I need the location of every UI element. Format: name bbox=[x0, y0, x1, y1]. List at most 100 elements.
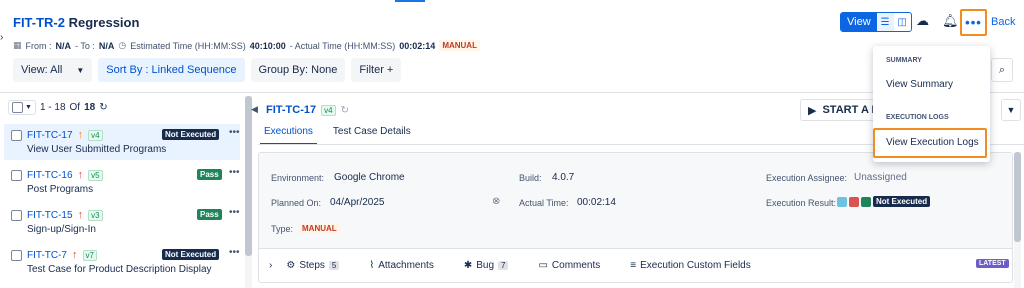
select-all-dropdown[interactable]: ▼ bbox=[8, 100, 36, 115]
planned-value[interactable]: 04/Apr/2025 bbox=[330, 197, 385, 208]
type-label: Type: bbox=[271, 224, 294, 234]
expand-chevron-icon[interactable]: › bbox=[269, 260, 272, 271]
to-label: - To : bbox=[75, 40, 95, 51]
cycle-key[interactable]: FIT-TR-2 bbox=[13, 15, 65, 30]
back-link[interactable]: Back bbox=[991, 16, 1015, 28]
status-badge: Not Executed bbox=[162, 129, 220, 140]
list-item[interactable]: FIT-TC-17 ↑ v4 Not Executed ••• View Use… bbox=[4, 124, 240, 160]
version-badge: v4 bbox=[88, 129, 103, 141]
chevron-down-icon: ▼ bbox=[25, 104, 32, 111]
refresh-icon[interactable]: ↻ bbox=[99, 102, 107, 113]
collapse-panel-icon[interactable]: ◀ bbox=[251, 104, 258, 115]
steps-tab[interactable]: ⚙ Steps 5 bbox=[286, 260, 340, 271]
item-key[interactable]: FIT-TC-15 bbox=[27, 210, 73, 221]
view-label: View bbox=[841, 13, 877, 31]
row-checkbox[interactable] bbox=[11, 209, 22, 221]
filter-button[interactable]: Filter + bbox=[351, 58, 402, 82]
actual-time-value[interactable]: 00:02:14 bbox=[577, 197, 616, 208]
item-name: View User Submitted Programs bbox=[27, 144, 167, 155]
from-value: N/A bbox=[55, 40, 72, 51]
item-key[interactable]: FIT-TC-7 bbox=[27, 250, 67, 261]
clear-date-icon[interactable]: ⊗ bbox=[492, 196, 500, 207]
select-all-checkbox[interactable] bbox=[12, 102, 23, 113]
estimated-value: 40:10:00 bbox=[249, 40, 286, 51]
cloud-upload-icon[interactable]: ☁ bbox=[916, 13, 929, 29]
tab-executions[interactable]: Executions bbox=[260, 125, 317, 145]
assignee-label: Execution Assignee: bbox=[766, 173, 848, 183]
list-view-icon[interactable]: ☰ bbox=[876, 13, 894, 31]
comments-tab[interactable]: ▭ Comments bbox=[538, 260, 600, 271]
actual-value: 00:02:14 bbox=[399, 40, 436, 51]
sort-button[interactable]: Sort By : Linked Sequence bbox=[98, 58, 245, 82]
bug-tab[interactable]: ✱ Bug 7 bbox=[464, 260, 509, 271]
result-value[interactable]: Not Executed bbox=[873, 196, 931, 207]
environment-label: Environment: bbox=[271, 173, 325, 183]
row-more-icon[interactable]: ••• bbox=[229, 167, 240, 178]
bell-icon[interactable]: 🔔︎ bbox=[942, 13, 959, 29]
item-name: Sign-up/Sign-In bbox=[27, 224, 96, 235]
menu-item-view-summary[interactable]: View Summary bbox=[886, 79, 953, 90]
view-filter-dropdown[interactable]: View: All ▼ bbox=[13, 58, 93, 82]
row-more-icon[interactable]: ••• bbox=[229, 247, 240, 258]
more-options-button[interactable]: ••• bbox=[960, 9, 987, 36]
detail-key[interactable]: FIT-TC-17 bbox=[266, 104, 316, 116]
latest-badge: LATEST bbox=[976, 259, 1009, 268]
bug-label: Bug bbox=[476, 260, 495, 271]
split-view-icon[interactable]: ◫ bbox=[894, 13, 911, 31]
build-value[interactable]: 4.0.7 bbox=[552, 172, 574, 183]
detail-scrollbar[interactable] bbox=[1014, 152, 1021, 288]
priority-arrow-icon: ↑ bbox=[72, 249, 78, 261]
environment-value[interactable]: Google Chrome bbox=[334, 172, 405, 183]
result-selector[interactable]: Not Executed bbox=[837, 196, 931, 207]
row-more-icon[interactable]: ••• bbox=[229, 207, 240, 218]
page-title: FIT-TR-2 Regression bbox=[13, 15, 139, 30]
attachments-tab[interactable]: ⌇ Attachments bbox=[369, 260, 433, 271]
list-item[interactable]: FIT-TC-16 ↑ v5 Pass ••• Post Programs bbox=[4, 164, 240, 200]
custom-fields-tab[interactable]: ≡ Execution Custom Fields bbox=[630, 260, 750, 271]
row-checkbox[interactable] bbox=[11, 129, 22, 141]
detail-title: FIT-TC-17 v4 ↻ bbox=[266, 104, 349, 116]
execution-card: Environment: Google Chrome Build: 4.0.7 … bbox=[258, 152, 1013, 283]
steps-label: Steps bbox=[299, 260, 325, 271]
scrollbar-thumb[interactable] bbox=[245, 96, 252, 256]
sync-icon[interactable]: ↻ bbox=[341, 105, 349, 116]
version-badge: v7 bbox=[82, 249, 97, 261]
result-swatch[interactable] bbox=[837, 196, 847, 207]
result-swatch[interactable] bbox=[849, 196, 859, 207]
list-total: 18 bbox=[84, 102, 96, 113]
bug-count: 7 bbox=[498, 261, 509, 270]
actual-label: - Actual Time (HH:MM:SS) bbox=[289, 40, 396, 51]
cycle-meta: ▦ From : N/A - To : N/A ◷ Estimated Time… bbox=[13, 40, 480, 51]
group-by-button[interactable]: Group By: None bbox=[250, 58, 346, 82]
view-filter-label: View: All bbox=[21, 64, 63, 76]
custom-fields-label: Execution Custom Fields bbox=[640, 260, 751, 271]
row-checkbox[interactable] bbox=[11, 249, 22, 261]
row-more-icon[interactable]: ••• bbox=[229, 127, 240, 138]
execution-footer: › ⚙ Steps 5 ⌇ Attachments ✱ Bug 7 ▭ Comm… bbox=[259, 248, 1012, 282]
row-checkbox[interactable] bbox=[11, 169, 22, 181]
scrollbar-thumb[interactable] bbox=[1014, 152, 1021, 242]
list-item[interactable]: FIT-TC-15 ↑ v3 Pass ••• Sign-up/Sign-In bbox=[4, 204, 240, 240]
assignee-value[interactable]: Unassigned bbox=[854, 172, 907, 183]
steps-icon: ⚙ bbox=[286, 260, 296, 271]
app-root: › FIT-TR-2 Regression ▦ From : N/A - To … bbox=[0, 0, 1024, 288]
list-scrollbar[interactable] bbox=[245, 96, 252, 288]
status-badge: Pass bbox=[197, 169, 222, 180]
expand-arrow-icon[interactable]: › bbox=[0, 32, 3, 43]
toolbar: View: All ▼ Sort By : Linked Sequence Gr… bbox=[13, 58, 402, 82]
search-icon[interactable]: ⌕ bbox=[991, 58, 1013, 82]
list-of-label: Of bbox=[69, 102, 81, 113]
detail-tabs: Executions Test Case Details bbox=[260, 125, 415, 145]
cycle-title: Regression bbox=[68, 15, 140, 30]
tab-test-case-details[interactable]: Test Case Details bbox=[329, 125, 415, 145]
item-key[interactable]: FIT-TC-17 bbox=[27, 130, 73, 141]
result-swatch[interactable] bbox=[861, 196, 871, 207]
item-name: Post Programs bbox=[27, 184, 94, 195]
chevron-down-icon[interactable]: ▼ bbox=[1001, 99, 1021, 121]
list-item[interactable]: FIT-TC-7 ↑ v7 Not Executed ••• Test Case… bbox=[4, 244, 240, 280]
menu-item-view-execution-logs[interactable]: View Execution Logs bbox=[886, 137, 979, 148]
version-badge: v4 bbox=[321, 104, 336, 116]
to-value: N/A bbox=[98, 40, 115, 51]
item-key[interactable]: FIT-TC-16 bbox=[27, 170, 73, 181]
view-toggle[interactable]: View ☰ ◫ bbox=[840, 12, 912, 32]
